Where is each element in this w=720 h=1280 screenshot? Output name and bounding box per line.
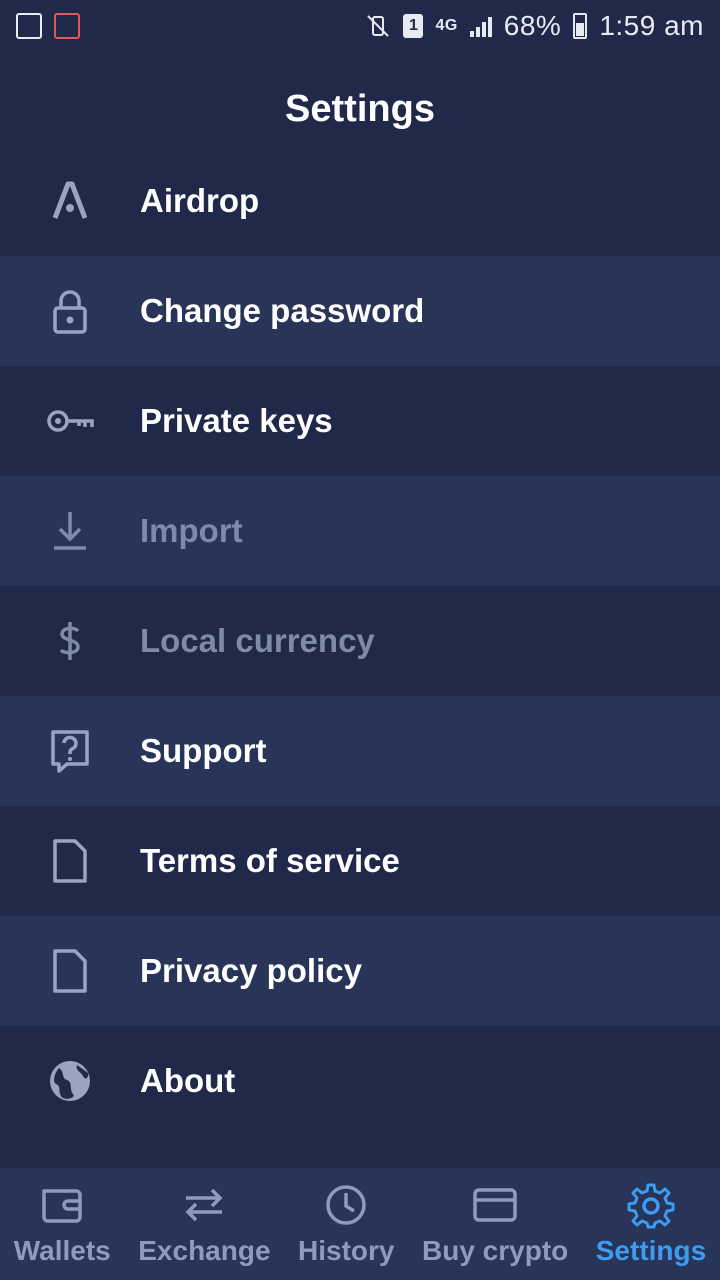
- tab-history[interactable]: History: [284, 1168, 408, 1280]
- battery-percent: 68%: [503, 10, 562, 41]
- settings-item-terms-of-service[interactable]: Terms of service: [0, 806, 720, 916]
- exchange-icon: [185, 1188, 223, 1222]
- settings-item-about[interactable]: About: [0, 1026, 720, 1136]
- bottom-tab-bar: Wallets Exchange History Buy crypto Sett…: [0, 1168, 720, 1280]
- airdrop-icon: [0, 146, 140, 256]
- status-right: 1 4G 68% 1:59 am: [365, 10, 704, 42]
- settings-item-label: Support: [140, 732, 267, 769]
- card-icon: [473, 1188, 517, 1222]
- dollar-icon: [0, 586, 140, 696]
- wallet-icon: [42, 1189, 82, 1223]
- battery-icon: [573, 13, 588, 39]
- import-icon: [0, 476, 140, 586]
- clock-icon: [326, 1185, 367, 1225]
- tab-settings[interactable]: Settings: [582, 1168, 720, 1280]
- settings-item-label: Terms of service: [140, 842, 400, 879]
- status-bar: 1 4G 68% 1:59 am: [0, 0, 720, 52]
- settings-item-airdrop[interactable]: Airdrop: [0, 146, 720, 256]
- settings-item-label: Airdrop: [140, 182, 260, 219]
- gallery-notification-icon: [16, 13, 42, 39]
- settings-item-support[interactable]: Support: [0, 696, 720, 806]
- settings-item-private-keys[interactable]: Private keys: [0, 366, 720, 476]
- clock-time: 1:59 am: [599, 10, 704, 41]
- tab-label: Buy crypto: [422, 1235, 569, 1266]
- settings-item-privacy-policy[interactable]: Privacy policy: [0, 916, 720, 1026]
- document-icon: [0, 916, 140, 1026]
- tab-label: Wallets: [13, 1235, 111, 1266]
- settings-list: Airdrop Change password Private keys Imp…: [0, 146, 720, 1136]
- document-icon: [0, 806, 140, 916]
- page-title: Settings: [285, 88, 435, 130]
- vibrate-mute-icon: [367, 15, 390, 37]
- gear-icon: [627, 1183, 675, 1229]
- tab-label: History: [298, 1235, 395, 1266]
- globe-icon: [0, 1026, 140, 1136]
- key-icon: [0, 366, 140, 476]
- question-icon: [0, 696, 140, 806]
- settings-item-label: Change password: [140, 292, 425, 329]
- settings-item-label: Local currency: [140, 622, 375, 659]
- tab-buy-crypto[interactable]: Buy crypto: [408, 1168, 582, 1280]
- settings-item-label: About: [140, 1062, 236, 1099]
- settings-item-import[interactable]: Import: [0, 476, 720, 586]
- signal-icon: [469, 15, 492, 37]
- settings-item-label: Privacy policy: [140, 952, 362, 989]
- status-left: [16, 13, 80, 39]
- tab-label: Settings: [595, 1235, 707, 1266]
- settings-item-change-password[interactable]: Change password: [0, 256, 720, 366]
- tab-label: Exchange: [138, 1235, 271, 1266]
- network-type: 4G: [435, 17, 458, 34]
- settings-item-label: Import: [140, 512, 243, 549]
- lock-icon: [0, 256, 140, 366]
- settings-item-label: Private keys: [140, 402, 333, 439]
- tab-exchange[interactable]: Exchange: [125, 1168, 285, 1280]
- app-notification-icon: [54, 13, 80, 39]
- sim-slot-badge: 1: [403, 14, 424, 38]
- tab-wallets[interactable]: Wallets: [0, 1168, 125, 1280]
- settings-item-local-currency[interactable]: Local currency: [0, 586, 720, 696]
